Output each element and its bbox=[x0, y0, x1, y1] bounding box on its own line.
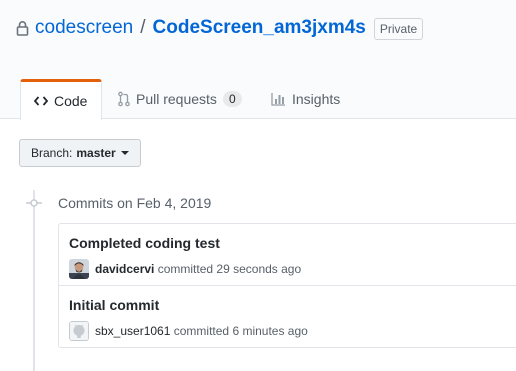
commits-date-heading: Commits on Feb 4, 2019 bbox=[58, 195, 212, 211]
commit-action: committed bbox=[173, 324, 230, 338]
commits-page: codescreen / CodeScreen_am3jxm4s Private… bbox=[0, 0, 516, 371]
tab-insights-label: Insights bbox=[292, 91, 341, 107]
commit-meta: sbx_user1061 committed 6 minutes ago bbox=[69, 321, 308, 341]
commit-node-icon bbox=[26, 196, 42, 210]
tab-pull-requests-label: Pull requests bbox=[136, 91, 217, 107]
repo-owner-link[interactable]: codescreen bbox=[35, 15, 133, 41]
repo-name-link[interactable]: CodeScreen_am3jxm4s bbox=[153, 15, 366, 41]
repo-title: codescreen / CodeScreen_am3jxm4s Private bbox=[16, 15, 424, 41]
tab-insights[interactable]: Insights bbox=[271, 79, 340, 119]
commit-title-link[interactable]: Completed coding test bbox=[69, 235, 220, 251]
path-separator: / bbox=[140, 17, 146, 38]
pull-request-icon bbox=[118, 91, 130, 107]
lock-icon bbox=[16, 20, 29, 36]
chevron-down-icon bbox=[120, 151, 129, 155]
repo-tabs: Code Pull requests 0 Insights bbox=[0, 79, 516, 120]
graph-icon bbox=[271, 92, 286, 106]
tab-pull-requests[interactable]: Pull requests 0 bbox=[118, 79, 242, 119]
visibility-badge: Private bbox=[373, 18, 424, 40]
pull-requests-counter: 0 bbox=[222, 91, 242, 107]
commit-action: committed bbox=[157, 262, 214, 276]
repo-header: codescreen / CodeScreen_am3jxm4s Private… bbox=[0, 0, 516, 120]
branch-value: master bbox=[76, 146, 116, 160]
avatar[interactable] bbox=[69, 259, 89, 279]
commit-row: Initial commit sbx_user1061 committed 6 … bbox=[59, 286, 516, 348]
commit-list: Completed coding test davidcervi committ… bbox=[58, 223, 516, 348]
commit-time: 6 minutes ago bbox=[232, 324, 308, 338]
avatar bbox=[69, 321, 89, 341]
branch-select-button[interactable]: Branch: master bbox=[19, 139, 141, 167]
tab-code[interactable]: Code bbox=[20, 79, 102, 120]
commit-time: 29 seconds ago bbox=[216, 262, 302, 276]
commit-meta: davidcervi committed 29 seconds ago bbox=[69, 259, 301, 279]
commit-author-link[interactable]: davidcervi bbox=[95, 262, 154, 276]
timeline-line bbox=[33, 190, 35, 371]
commit-row: Completed coding test davidcervi committ… bbox=[59, 224, 516, 286]
commit-author: sbx_user1061 bbox=[95, 324, 171, 338]
branch-label: Branch: bbox=[31, 146, 73, 160]
code-icon bbox=[34, 95, 48, 107]
tab-code-label: Code bbox=[54, 93, 88, 109]
commit-title-link[interactable]: Initial commit bbox=[69, 297, 159, 313]
